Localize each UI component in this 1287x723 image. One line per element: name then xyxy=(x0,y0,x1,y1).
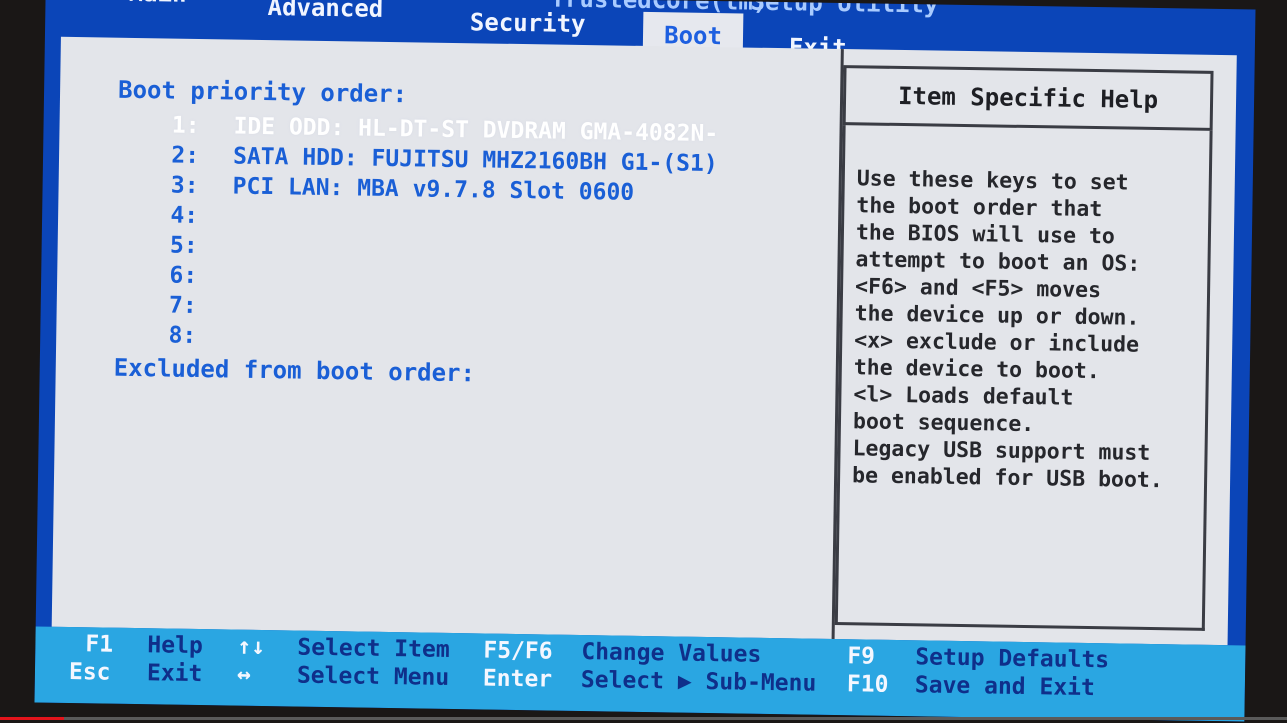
boot-item-number: 3: xyxy=(170,172,199,199)
key-esc-label: Exit xyxy=(146,660,203,688)
boot-priority-heading: Boot priority order: xyxy=(117,75,408,109)
help-title: Item Specific Help xyxy=(842,65,1214,131)
key-f5f6-label: Change Values xyxy=(581,639,762,668)
boot-item-number: 7: xyxy=(168,292,197,319)
boot-item-4[interactable]: 4: xyxy=(140,200,232,231)
boot-item-5[interactable]: 5: xyxy=(139,230,231,261)
tab-security[interactable]: Security xyxy=(455,0,601,47)
boot-settings-panel: Boot priority order: 1: IDE ODD: HL-DT-ST… xyxy=(51,36,844,640)
boot-item-number: 1: xyxy=(171,112,200,139)
boot-item-number: 2: xyxy=(171,142,200,169)
bios-screen: TrustedCore(tm) Setup Utility Main Advan… xyxy=(34,0,1256,722)
boot-item-8[interactable]: 8: xyxy=(138,320,230,351)
key-f1-label: Help xyxy=(147,632,203,660)
boot-item-6[interactable]: 6: xyxy=(139,260,231,291)
help-body: Use these keys to set the boot order tha… xyxy=(834,125,1213,631)
tab-main[interactable]: Main xyxy=(117,0,198,17)
main-area: Boot priority order: 1: IDE ODD: HL-DT-ST… xyxy=(51,36,1237,646)
excluded-heading: Excluded from boot order: xyxy=(113,353,476,388)
boot-item-number: 5: xyxy=(169,232,198,259)
boot-item-number: 4: xyxy=(170,202,199,229)
boot-item-7[interactable]: 7: xyxy=(139,290,231,321)
key-left-right-icon[interactable]: ↔ xyxy=(237,662,251,688)
key-enter[interactable]: Enter xyxy=(483,665,553,692)
boot-item-number: 6: xyxy=(169,262,198,289)
boot-item-device: PCI LAN: MBA v9.7.8 Slot 0600 xyxy=(232,173,635,206)
help-panel: Item Specific Help Use these keys to set… xyxy=(834,49,1237,645)
boot-item-number: 8: xyxy=(168,322,197,349)
tab-advanced[interactable]: Advanced xyxy=(250,0,401,32)
key-f9-label: Setup Defaults xyxy=(915,644,1110,674)
key-leftright-label: Select Menu xyxy=(296,662,450,691)
key-f10[interactable]: F10 xyxy=(847,671,889,698)
key-f10-label: Save and Exit xyxy=(914,672,1096,702)
key-updown-label: Select Item xyxy=(297,634,450,663)
video-progress-bar[interactable] xyxy=(0,717,1287,720)
key-esc[interactable]: Esc xyxy=(69,659,111,686)
key-enter-label: Select ▶ Sub-Menu xyxy=(580,667,817,697)
key-f5f6[interactable]: F5/F6 xyxy=(483,637,553,664)
key-up-down-icon[interactable]: ↑↓ xyxy=(237,634,265,660)
help-line: be enabled for USB boot. xyxy=(851,463,1163,494)
key-f9[interactable]: F9 xyxy=(847,643,875,669)
key-f1[interactable]: F1 xyxy=(85,631,113,657)
video-progress-fill xyxy=(0,717,65,720)
